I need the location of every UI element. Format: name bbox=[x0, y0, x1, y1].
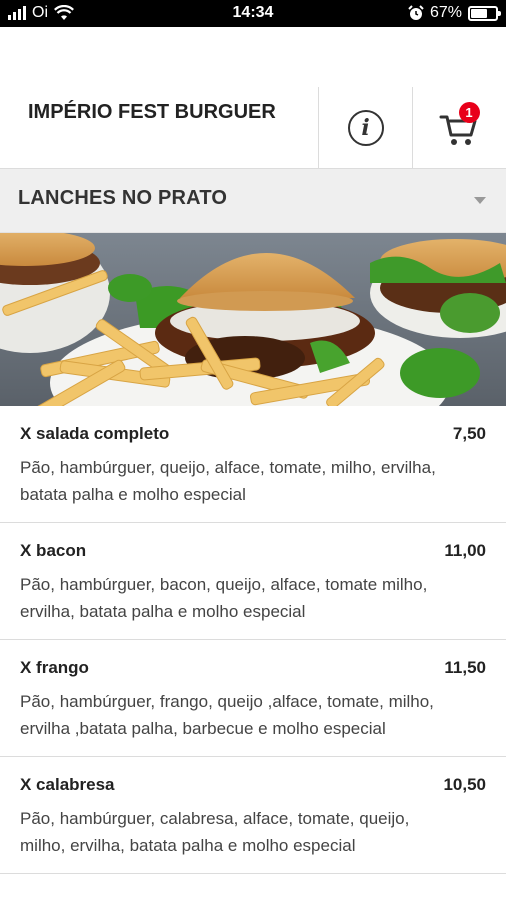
menu-item-price: 11,00 bbox=[444, 541, 486, 560]
menu-item-description: Pão, hambúrguer, bacon, queijo, alface, … bbox=[20, 575, 428, 621]
alarm-icon bbox=[408, 5, 424, 20]
status-right: 67% bbox=[408, 4, 501, 22]
cart-icon: 1 bbox=[438, 101, 482, 148]
menu-item-name: X calabresa bbox=[20, 775, 115, 794]
menu-item-name: X salada completo bbox=[20, 424, 170, 443]
menu-item[interactable]: X frango 11,50 Pão, hambúrguer, frango, … bbox=[0, 640, 506, 757]
battery-percent: 67% bbox=[429, 4, 462, 21]
menu-item-price: 7,50 bbox=[452, 424, 486, 443]
menu-item[interactable]: X calabresa 10,50 Pão, hambúrguer, calab… bbox=[0, 757, 506, 874]
category-banner-image bbox=[0, 233, 506, 406]
info-icon: i bbox=[347, 109, 384, 146]
cart-button[interactable]: 1 bbox=[412, 87, 506, 168]
caret-down-icon bbox=[474, 197, 486, 204]
category-label: LANCHES NO PRATO bbox=[18, 187, 228, 209]
app-header: IMPÉRIO FEST BURGUER i 1 bbox=[0, 87, 506, 169]
menu-item-description: Pão, hambúrguer, queijo, alface, tomate,… bbox=[20, 458, 436, 504]
burger-photo bbox=[0, 233, 506, 406]
menu-item-name: X frango bbox=[20, 658, 89, 677]
menu-item-price: 10,50 bbox=[443, 775, 486, 794]
menu-item[interactable]: X salada completo 7,50 Pão, hambúrguer, … bbox=[0, 406, 506, 523]
info-button[interactable]: i bbox=[318, 87, 412, 168]
category-selector[interactable]: LANCHES NO PRATO bbox=[0, 169, 506, 233]
cart-count-badge: 1 bbox=[458, 101, 480, 123]
restaurant-title: IMPÉRIO FEST BURGUER bbox=[28, 101, 276, 123]
status-bar: Oi 14:34 67% bbox=[0, 0, 506, 27]
menu-item-description: Pão, hambúrguer, frango, queijo ,alface,… bbox=[20, 692, 434, 738]
menu-item[interactable]: X bacon 11,00 Pão, hambúrguer, bacon, qu… bbox=[0, 523, 506, 640]
menu-item-list: X salada completo 7,50 Pão, hambúrguer, … bbox=[0, 406, 506, 874]
menu-item-price: 11,50 bbox=[444, 658, 486, 677]
battery-icon bbox=[468, 5, 501, 21]
menu-item-name: X bacon bbox=[20, 541, 87, 560]
battery-fill bbox=[471, 8, 488, 18]
menu-item-description: Pão, hambúrguer, calabresa, alface, toma… bbox=[20, 809, 410, 855]
